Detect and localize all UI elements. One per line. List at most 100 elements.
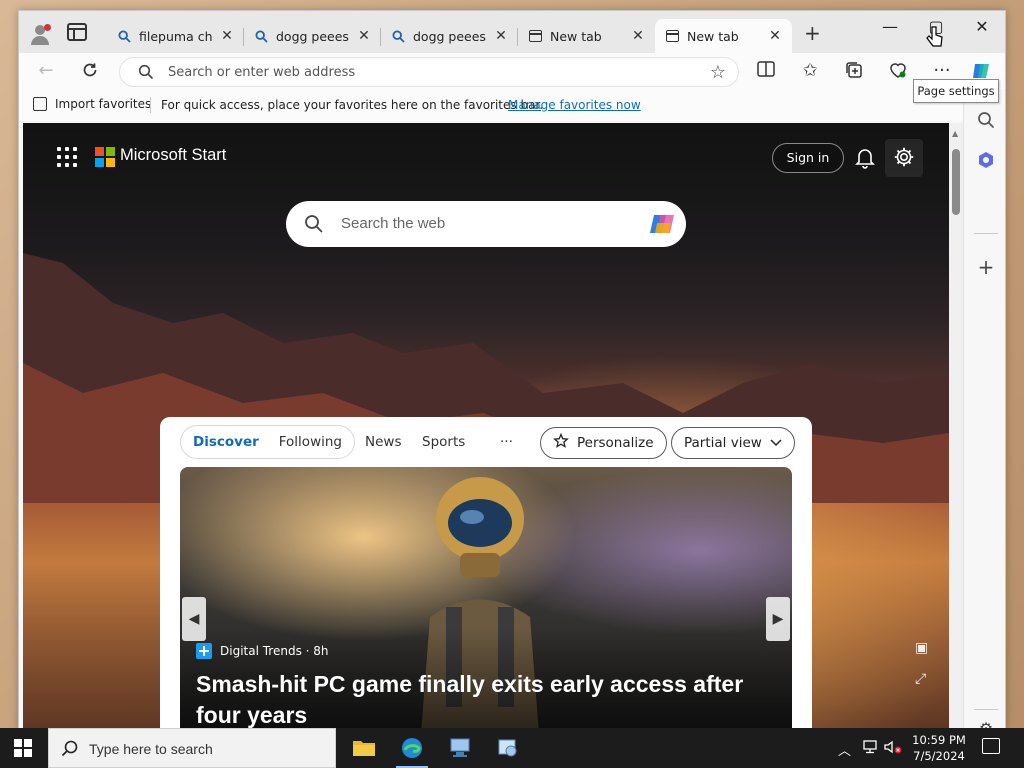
personalize-button[interactable]: Personalize — [540, 427, 667, 459]
expand-icon[interactable]: ⤢ — [915, 671, 926, 687]
network-status-icon[interactable] — [862, 740, 878, 758]
favorites-message: For quick access, place your favorites h… — [161, 98, 544, 112]
tab-new-tab-active[interactable]: New tab ✕ — [655, 19, 792, 53]
chevron-down-icon — [770, 435, 782, 451]
close-window-button[interactable]: ✕ — [959, 17, 1005, 41]
story-headline[interactable]: Smash-hit PC game finally exits early ac… — [196, 669, 766, 731]
import-icon — [33, 97, 47, 111]
nav-sports[interactable]: Sports — [422, 434, 465, 450]
search-icon — [254, 29, 268, 43]
windows-taskbar: Type here to search ︿ 10:59 PM 7/5/2024 — [0, 728, 1024, 768]
back-icon[interactable]: ← — [35, 61, 57, 81]
split-screen-icon[interactable] — [755, 61, 777, 81]
brand-title[interactable]: Microsoft Start — [120, 146, 226, 165]
hero-story[interactable]: ◀ ▶ Digital Trends · 8h Smash-hit PC gam… — [180, 467, 792, 731]
more-options-icon[interactable]: ··· — [931, 61, 953, 81]
search-icon — [391, 29, 405, 43]
tab-dogg-1[interactable]: dogg peees o ✕ — [244, 19, 381, 53]
address-bar[interactable]: Search or enter web address ☆ — [119, 57, 739, 87]
newtab-icon — [665, 29, 679, 43]
favorites-bar: Import favorites For quick access, place… — [19, 89, 1005, 121]
search-icon — [117, 29, 131, 43]
background-image-icon[interactable]: ▣ — [915, 640, 928, 656]
address-placeholder: Search or enter web address — [168, 65, 356, 80]
web-search-placeholder: Search the web — [341, 215, 446, 232]
taskbar-search-placeholder: Type here to search — [89, 741, 213, 757]
edge-browser-icon[interactable] — [388, 728, 436, 768]
digital-trends-logo-icon — [196, 643, 212, 659]
tab-label: dogg peees o — [276, 28, 349, 44]
tab-label: New tab — [687, 28, 739, 44]
page-scrollbar[interactable]: ▲ — [949, 123, 963, 731]
close-tab-icon[interactable]: ✕ — [768, 28, 782, 44]
import-favorites-button[interactable]: Import favorites — [33, 97, 151, 111]
network-app-icon[interactable] — [436, 728, 484, 768]
page-settings-tooltip: Page settings — [913, 79, 999, 103]
close-tab-icon[interactable]: ✕ — [220, 28, 234, 44]
tab-label: filepuma chro — [139, 28, 212, 44]
feed-pivot: Discover Following — [180, 425, 355, 459]
favorites-icon[interactable]: ✩ — [799, 61, 821, 81]
minimize-button[interactable]: — — [867, 17, 913, 41]
more-nav-button[interactable]: ··· — [500, 434, 513, 450]
search-icon — [304, 214, 324, 237]
nav-news[interactable]: News — [365, 434, 401, 450]
file-explorer-icon[interactable] — [340, 728, 388, 768]
refresh-icon[interactable] — [79, 61, 101, 81]
collections-icon[interactable] — [843, 61, 865, 81]
app-launcher-icon[interactable] — [57, 147, 77, 167]
web-search-box[interactable]: Search the web — [286, 201, 686, 247]
browser-essentials-icon[interactable] — [887, 61, 909, 81]
gear-icon — [893, 146, 915, 171]
search-icon — [61, 740, 79, 761]
sidebar-app-icon[interactable] — [964, 151, 1005, 174]
sign-in-button[interactable]: Sign in — [772, 143, 844, 173]
story-source-label: Digital Trends · 8h — [220, 644, 329, 658]
tab-filepuma[interactable]: filepuma chro ✕ — [107, 19, 244, 53]
tab-actions-icon[interactable] — [67, 23, 87, 41]
manage-favorites-link[interactable]: Manage favorites now — [508, 98, 641, 112]
close-tab-icon[interactable]: ✕ — [357, 28, 371, 44]
personalize-icon — [553, 432, 569, 453]
new-tab-button[interactable]: + — [804, 23, 821, 43]
personalize-label: Personalize — [577, 435, 654, 451]
tab-strip: filepuma chro ✕ dogg peees o ✕ dogg peee… — [19, 11, 1005, 53]
notifications-icon[interactable] — [855, 147, 875, 172]
sidebar-search-icon[interactable] — [964, 111, 1005, 134]
search-icon — [138, 64, 154, 83]
navigation-toolbar: ← Search or enter web address ☆ ✩ ··· — [19, 53, 1005, 89]
newtab-icon — [528, 29, 542, 43]
taskbar-search-box[interactable]: Type here to search — [48, 728, 336, 768]
page-settings-button[interactable] — [885, 139, 923, 177]
view-dropdown[interactable]: Partial view — [671, 427, 795, 459]
show-hidden-icons-icon[interactable]: ︿ — [838, 740, 851, 759]
profile-icon[interactable] — [29, 23, 51, 45]
tab-dogg-2[interactable]: dogg peees o ✕ — [381, 19, 518, 53]
tab-label: dogg peees o — [413, 28, 486, 44]
tab-label: New tab — [550, 28, 602, 44]
view-label: Partial view — [684, 435, 762, 451]
next-story-button[interactable]: ▶ — [766, 597, 790, 641]
clock-time: 10:59 PM — [912, 733, 966, 747]
scrollbar-thumb[interactable] — [952, 149, 960, 215]
notifications-center-icon[interactable] — [982, 738, 1000, 754]
tab-discover[interactable]: Discover — [193, 434, 259, 450]
start-button[interactable] — [14, 739, 32, 757]
copilot-icon[interactable] — [648, 209, 678, 239]
close-tab-icon[interactable]: ✕ — [631, 28, 645, 44]
clock-date: 7/5/2024 — [913, 749, 965, 763]
microsoft-logo-icon — [95, 147, 115, 167]
volume-muted-icon[interactable] — [884, 740, 902, 758]
add-sidebar-app-icon[interactable]: + — [964, 255, 1005, 279]
tab-following[interactable]: Following — [279, 434, 342, 450]
edge-sidebar: + ⚙ — [963, 89, 1005, 731]
tab-new-tab-1[interactable]: New tab ✕ — [518, 19, 655, 53]
favorite-star-icon[interactable]: ☆ — [710, 62, 726, 83]
close-tab-icon[interactable]: ✕ — [494, 28, 508, 44]
story-source: Digital Trends · 8h — [196, 643, 329, 659]
system-clock[interactable]: 10:59 PM 7/5/2024 — [908, 732, 970, 764]
cursor-icon — [926, 26, 943, 47]
copilot-icon[interactable] — [971, 61, 993, 81]
previous-story-button[interactable]: ◀ — [182, 597, 206, 641]
control-panel-icon[interactable] — [484, 728, 532, 768]
